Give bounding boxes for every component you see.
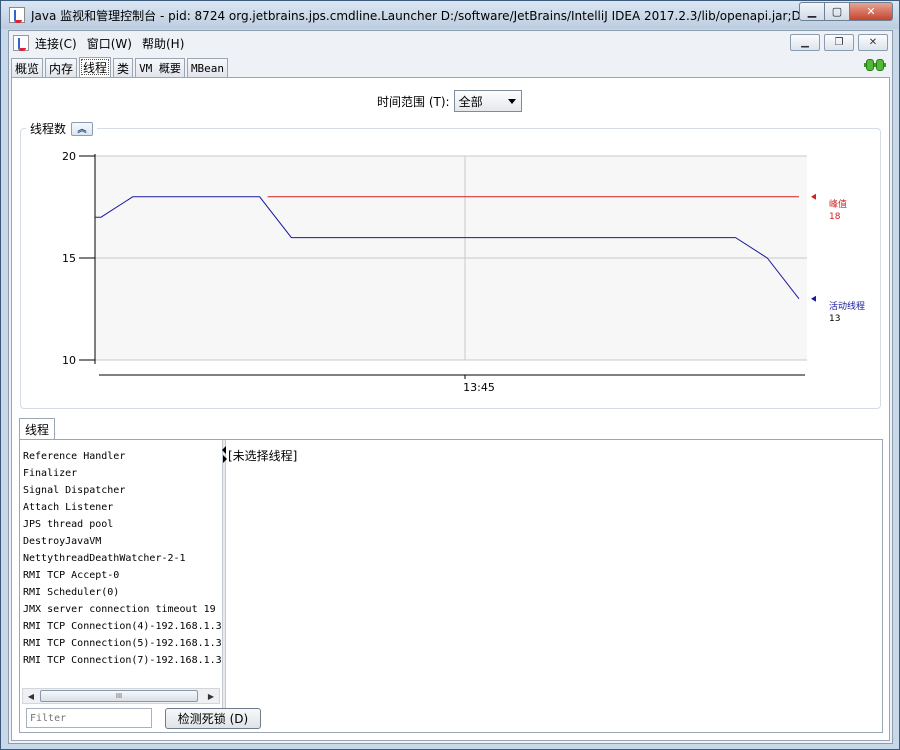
thread-count-chart: 10 15 20 13:45 峰值 18 活动线程 13	[62, 150, 865, 394]
scroll-right-icon[interactable]: ▶	[203, 689, 219, 703]
thread-count-chart-box: 10 15 20 13:45 峰值 18 活动线程 13	[20, 128, 881, 409]
thread-list[interactable]: Reference Handler Finalizer Signal Dispatc…	[22, 448, 222, 683]
time-range-label: 时间范围 (T):	[377, 94, 450, 109]
chart-title: 线程数	[30, 122, 67, 136]
scroll-thumb[interactable]: III	[40, 690, 198, 702]
close-button[interactable]: ✕	[849, 2, 893, 21]
thread-list-item[interactable]: Attach Listener	[22, 499, 222, 516]
thread-list-item[interactable]: DestroyJavaVM	[22, 533, 222, 550]
frame-minimize-button[interactable]: ▁	[790, 34, 820, 51]
close-icon: ✕	[866, 5, 876, 18]
thread-list-item[interactable]: Finalizer	[22, 465, 222, 482]
thread-list-item[interactable]: RMI TCP Connection(7)-192.168.1.3	[22, 652, 222, 669]
internal-frame: 连接(C) 窗口(W) 帮助(H) ▁ ❐ ✕ 概览 内存 线程 类 VM 概要…	[8, 30, 893, 744]
window-controls: ▁ ▢ ✕	[799, 2, 893, 21]
frame-restore-button[interactable]: ❐	[824, 34, 854, 51]
detect-deadlock-button[interactable]: 检测死锁 (D)	[165, 708, 261, 729]
menu-window[interactable]: 窗口(W)	[87, 35, 132, 52]
thread-list-item[interactable]: RMI TCP Connection(4)-192.168.1.3	[22, 618, 222, 635]
tab-classes[interactable]: 类	[113, 58, 134, 77]
series-marker	[811, 193, 816, 200]
series-marker	[811, 295, 816, 302]
thread-list-item[interactable]: RMI Scheduler(0)	[22, 584, 222, 601]
connection-status-icon	[864, 59, 886, 71]
main-tabs: 概览 内存 线程 类 VM 概要 MBean	[11, 57, 230, 77]
frame-close-button[interactable]: ✕	[858, 34, 888, 51]
main-window: Java 监视和管理控制台 - pid: 8724 org.jetbrains.…	[0, 0, 900, 750]
thread-list-item[interactable]: Reference Handler	[22, 448, 222, 465]
threads-subtab[interactable]: 线程	[19, 418, 56, 439]
thread-list-item[interactable]: RMI TCP Connection(5)-192.168.1.3	[22, 635, 222, 652]
thread-list-item[interactable]: RMI TCP Accept-0	[22, 567, 222, 584]
legend-name: 峰值	[829, 198, 847, 210]
thread-list-item[interactable]: NettythreadDeathWatcher-2-1	[22, 550, 222, 567]
tab-overview[interactable]: 概览	[11, 58, 44, 77]
java-frame-icon[interactable]	[13, 35, 29, 51]
thread-list-item[interactable]: JMX server connection timeout 19	[22, 601, 222, 618]
window-title: Java 监视和管理控制台 - pid: 8724 org.jetbrains.…	[31, 8, 801, 23]
thread-list-item[interactable]: Signal Dispatcher	[22, 482, 222, 499]
maximize-icon: ▢	[831, 5, 843, 18]
y-tick-label: 20	[62, 150, 76, 163]
minimize-button[interactable]: ▁	[799, 2, 825, 21]
threads-panel: 时间范围 (T): 全部 10 15 20 13:45 峰值 18 活动线程 13 线程数 ︽…	[11, 77, 890, 741]
maximize-button[interactable]: ▢	[824, 2, 850, 21]
menu-help[interactable]: 帮助(H)	[142, 35, 184, 52]
y-tick-label: 15	[62, 252, 76, 265]
legend-value: 18	[829, 212, 841, 222]
menu-connection[interactable]: 连接(C)	[35, 35, 77, 52]
tab-memory[interactable]: 内存	[45, 58, 78, 77]
thread-list-item[interactable]: JPS thread pool	[22, 516, 222, 533]
tab-vm-summary[interactable]: VM 概要	[135, 58, 185, 77]
x-tick-label: 13:45	[463, 381, 495, 394]
split-pane-divider[interactable]	[222, 440, 226, 708]
dropdown-arrow-icon	[507, 99, 516, 104]
thread-details-panel: Reference Handler Finalizer Signal Dispatc…	[19, 439, 883, 733]
collapse-left-icon[interactable]	[222, 446, 226, 454]
time-range-select[interactable]: 全部	[453, 90, 522, 112]
double-chevron-up-icon: ︽	[77, 125, 87, 135]
legend-name: 活动线程	[829, 300, 865, 312]
scroll-left-icon[interactable]: ◀	[23, 689, 39, 703]
chart-title-group: 线程数 ︽	[26, 120, 98, 137]
time-range-value: 全部	[458, 94, 483, 109]
minimize-icon: ▁	[807, 5, 817, 18]
time-range-control: 时间范围 (T): 全部	[377, 90, 522, 112]
title-bar[interactable]: Java 监视和管理控制台 - pid: 8724 org.jetbrains.…	[1, 1, 899, 29]
java-app-icon	[9, 7, 25, 23]
menu-bar: 连接(C) 窗口(W) 帮助(H) ▁ ❐ ✕	[9, 31, 892, 55]
thread-filter-input[interactable]	[26, 708, 152, 728]
thread-detail-text: [未选择线程]	[228, 449, 298, 463]
thread-list-hscroll[interactable]: ◀ III ▶	[22, 688, 220, 704]
frame-controls: ▁ ❐ ✕	[786, 34, 888, 51]
y-tick-label: 10	[62, 354, 76, 367]
collapse-right-icon[interactable]	[223, 455, 227, 463]
tab-mbean[interactable]: MBean	[186, 58, 229, 77]
restore-icon: ❐	[834, 37, 844, 48]
scroll-grip: III	[115, 692, 123, 700]
close-icon: ✕	[868, 37, 878, 48]
tab-threads[interactable]: 线程	[79, 57, 112, 77]
minimize-icon: ▁	[801, 37, 809, 48]
legend-value: 13	[829, 314, 840, 324]
collapse-chart-button[interactable]: ︽	[71, 121, 94, 136]
